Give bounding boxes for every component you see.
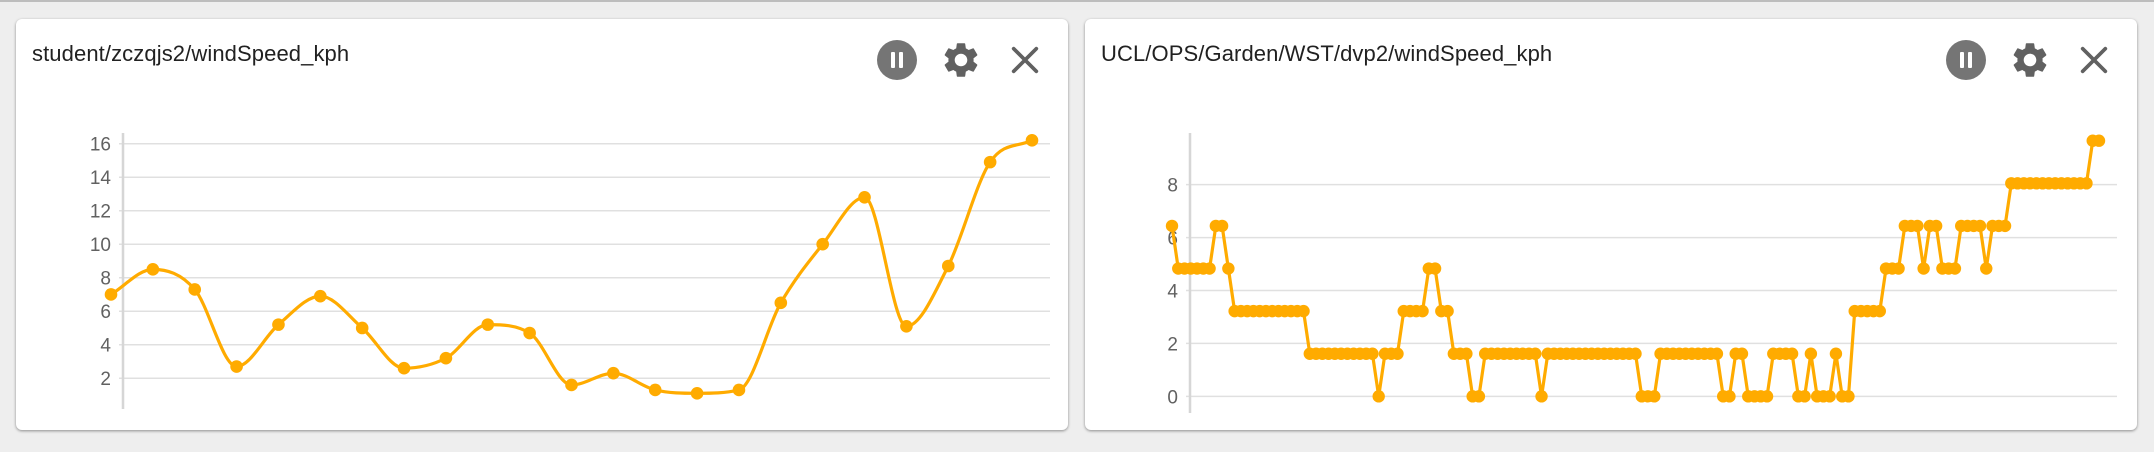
data-point[interactable] [1823,390,1836,403]
data-point[interactable] [1892,262,1905,275]
settings-button[interactable] [2009,39,2051,81]
close-icon [2080,46,2108,74]
data-point[interactable] [2092,134,2106,147]
data-point[interactable] [900,320,913,333]
data-point[interactable] [732,383,746,397]
data-point[interactable] [565,378,578,392]
data-point[interactable] [1710,347,1724,360]
data-point[interactable] [1829,347,1843,360]
data-point[interactable] [104,288,118,301]
data-point[interactable] [1441,304,1454,318]
gear-icon [944,43,978,77]
data-point[interactable] [1980,262,1993,275]
y-tick-label: 16 [90,135,111,156]
data-point[interactable] [1297,304,1310,318]
data-point[interactable] [272,318,285,331]
data-point[interactable] [1222,262,1235,275]
chart-card-student-windspeed: 2 4 6 8 10 12 14 16 student/zczqjs2/windSpeed_k… [16,19,1068,430]
pause-button[interactable] [876,39,918,81]
data-point[interactable] [1366,347,1379,360]
data-point[interactable] [1025,134,1039,147]
close-button[interactable] [2073,39,2115,81]
data-point[interactable] [1629,347,1642,360]
data-point[interactable] [2080,177,2093,190]
window-top-border [0,0,2154,2]
data-point[interactable] [983,155,997,169]
data-point[interactable] [1948,262,1962,275]
data-point[interactable] [816,237,829,251]
y-tick-label: 0 [1167,387,1178,408]
data-point[interactable] [188,283,202,296]
data-point[interactable] [858,191,871,204]
y-tick-label: 10 [90,235,111,256]
data-point[interactable] [1911,219,1924,233]
data-point[interactable] [1372,390,1385,403]
data-point[interactable] [1998,219,2012,233]
data-point[interactable] [1215,219,1229,233]
y-tick-label: 2 [1167,334,1178,355]
data-point[interactable] [1203,262,1216,275]
data-point[interactable] [1529,347,1542,360]
data-point[interactable] [1460,347,1473,360]
settings-button[interactable] [940,39,982,81]
pause-button[interactable] [1945,39,1987,81]
series-line [110,138,1033,395]
y-tick-label: 4 [100,336,111,357]
data-point[interactable] [1804,347,1818,360]
data-point[interactable] [355,321,369,335]
data-point[interactable] [230,360,243,373]
data-point[interactable] [1842,390,1855,403]
data-point[interactable] [397,361,411,375]
data-point[interactable] [1798,390,1811,403]
data-point[interactable] [1723,390,1736,403]
y-tick-label: 12 [90,202,111,223]
data-point[interactable] [314,289,327,303]
data-point[interactable] [1428,262,1442,275]
data-point[interactable] [523,326,536,340]
data-point[interactable] [941,259,955,273]
data-point[interactable] [1785,347,1799,360]
data-point[interactable] [607,366,620,380]
data-point[interactable] [1735,347,1749,360]
data-point[interactable] [481,318,495,331]
chart-card-ucl-garden-windspeed: 02468 UCL/OPS/Garden/WST/dvp2/windSpeed_… [1085,19,2137,430]
data-point[interactable] [1165,219,1179,233]
y-tick-label: 6 [100,302,111,323]
card-actions [876,39,1046,81]
gear-icon [2013,43,2047,77]
data-point[interactable] [1416,304,1429,318]
data-point[interactable] [1973,219,1987,233]
y-tick-label: 8 [100,269,111,290]
pause-icon [877,40,917,80]
y-tick-label: 8 [1167,176,1178,197]
close-icon [1011,46,1039,74]
data-point[interactable] [146,263,160,276]
data-point[interactable] [1873,304,1886,318]
data-point[interactable] [1929,219,1943,233]
data-point[interactable] [1648,390,1661,403]
data-point[interactable] [1760,390,1774,403]
card-title: student/zczqjs2/windSpeed_kph [32,41,350,66]
y-tick-label: 2 [100,369,111,390]
data-point[interactable] [439,351,453,365]
data-point[interactable] [1535,390,1548,403]
data-point[interactable] [1472,390,1486,403]
data-point[interactable] [690,387,704,400]
card-actions [1945,39,2115,81]
data-point[interactable] [1391,347,1404,360]
card-title: UCL/OPS/Garden/WST/dvp2/windSpeed_kph [1101,41,1553,66]
close-button[interactable] [1004,39,1046,81]
data-point[interactable] [1917,262,1930,275]
y-tick-label: 4 [1167,281,1178,302]
y-tick-label: 14 [90,168,112,189]
data-point[interactable] [648,383,662,397]
data-point[interactable] [774,296,788,310]
pause-icon [1946,40,1986,80]
